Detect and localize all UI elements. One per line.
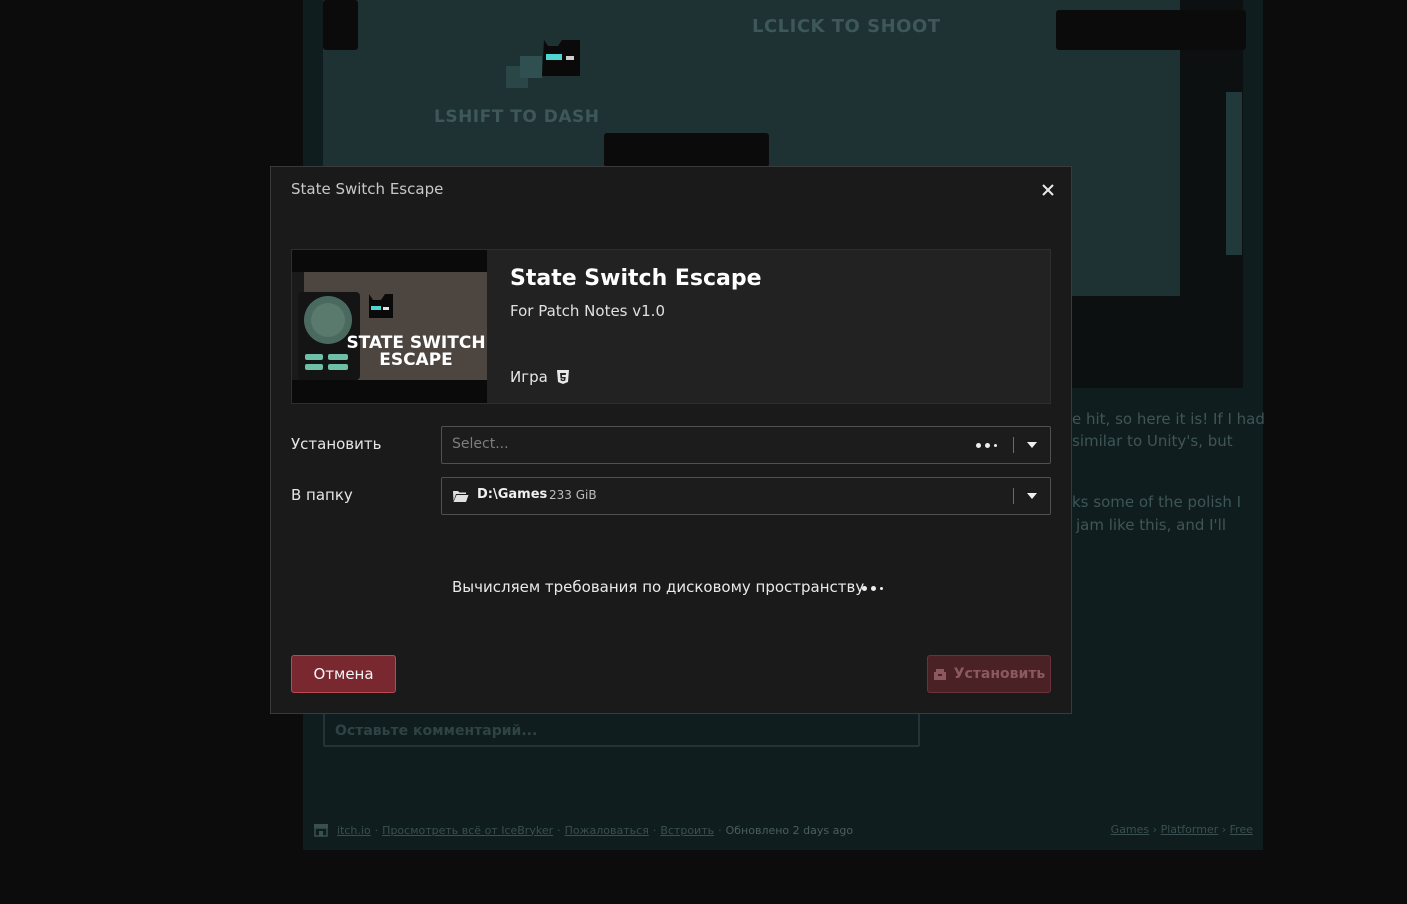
game-thumbnail: STATE SWITCH ESCAPE xyxy=(292,250,487,403)
background-wall xyxy=(604,133,769,167)
chevron-down-icon[interactable] xyxy=(1027,442,1037,448)
folder-open-icon xyxy=(453,491,469,502)
itch-store-icon xyxy=(314,824,328,837)
install-button[interactable]: Установить xyxy=(927,655,1051,693)
dialog-title: State Switch Escape xyxy=(291,180,444,198)
html5-icon xyxy=(556,370,569,384)
install-select-placeholder: Select... xyxy=(452,436,509,452)
close-icon[interactable] xyxy=(1039,181,1057,199)
footer-link-report[interactable]: Пожаловаться xyxy=(565,824,649,837)
game-card: STATE SWITCH ESCAPE State Switch Escape … xyxy=(291,249,1051,404)
background-strip xyxy=(1226,92,1242,255)
disk-space-status: Вычисляем требования по дисковому простр… xyxy=(452,578,865,596)
game-cover-art: STATE SWITCH ESCAPE xyxy=(292,250,487,403)
select-divider xyxy=(1013,488,1014,504)
game-name: State Switch Escape xyxy=(510,266,762,291)
cat-sprite-icon xyxy=(506,40,580,88)
comment-placeholder: Оставьте комментарий... xyxy=(335,723,538,739)
folder-label: В папку xyxy=(291,486,353,504)
loading-dots-icon xyxy=(862,586,883,591)
cover-title-line2: ESCAPE xyxy=(379,350,453,370)
package-icon xyxy=(933,668,946,680)
background-description-line: jam like this, and I'll xyxy=(1076,516,1226,534)
game-type-label: Игра xyxy=(510,368,548,386)
comment-input[interactable]: Оставьте комментарий... xyxy=(323,712,920,747)
install-label: Установить xyxy=(291,435,382,453)
loading-dots-icon xyxy=(976,443,997,448)
install-select[interactable]: Select... xyxy=(441,426,1051,464)
background-description-line: e hit, so here it is! If I had xyxy=(1072,410,1265,428)
game-type: Игра xyxy=(510,368,570,386)
background-footer: itch.io · Просмотреть всё от IceBryker ·… xyxy=(313,823,1253,839)
background-description-line: similar to Unity's, but xyxy=(1072,432,1233,450)
select-divider xyxy=(1013,437,1014,453)
footer-breadcrumbs: Games › Platformer › Free xyxy=(1110,823,1253,836)
install-button-label: Установить xyxy=(953,666,1046,682)
folder-free-space: 233 GiB xyxy=(549,488,597,502)
background-wall xyxy=(1056,10,1246,50)
dash-hint: LSHIFT TO DASH xyxy=(434,107,600,127)
cancel-button[interactable]: Отмена xyxy=(291,655,396,693)
footer-link-itchio[interactable]: itch.io xyxy=(337,824,371,837)
breadcrumb-free[interactable]: Free xyxy=(1230,823,1253,836)
breadcrumb-platformer[interactable]: Platformer xyxy=(1161,823,1219,836)
background-description-line: ks some of the polish I xyxy=(1072,493,1242,511)
game-subtitle: For Patch Notes v1.0 xyxy=(510,302,665,320)
footer-updated: Обновлено 2 days ago xyxy=(725,823,854,837)
install-dialog: State Switch Escape STATE SWITCH ESCAPE … xyxy=(270,166,1072,714)
screen: LCLICK TO SHOOT LSHIFT TO DASH e hit, so… xyxy=(0,0,1407,904)
footer-link-view-all[interactable]: Просмотреть всё от IceBryker xyxy=(382,824,553,837)
folder-select[interactable]: D:\Games 233 GiB xyxy=(441,477,1051,515)
chevron-down-icon[interactable] xyxy=(1027,493,1037,499)
shoot-hint: LCLICK TO SHOOT xyxy=(752,16,941,37)
background-wall xyxy=(323,0,358,50)
folder-path: D:\Games xyxy=(477,487,548,502)
breadcrumb-games[interactable]: Games xyxy=(1111,823,1149,836)
footer-link-embed[interactable]: Встроить xyxy=(660,824,714,837)
